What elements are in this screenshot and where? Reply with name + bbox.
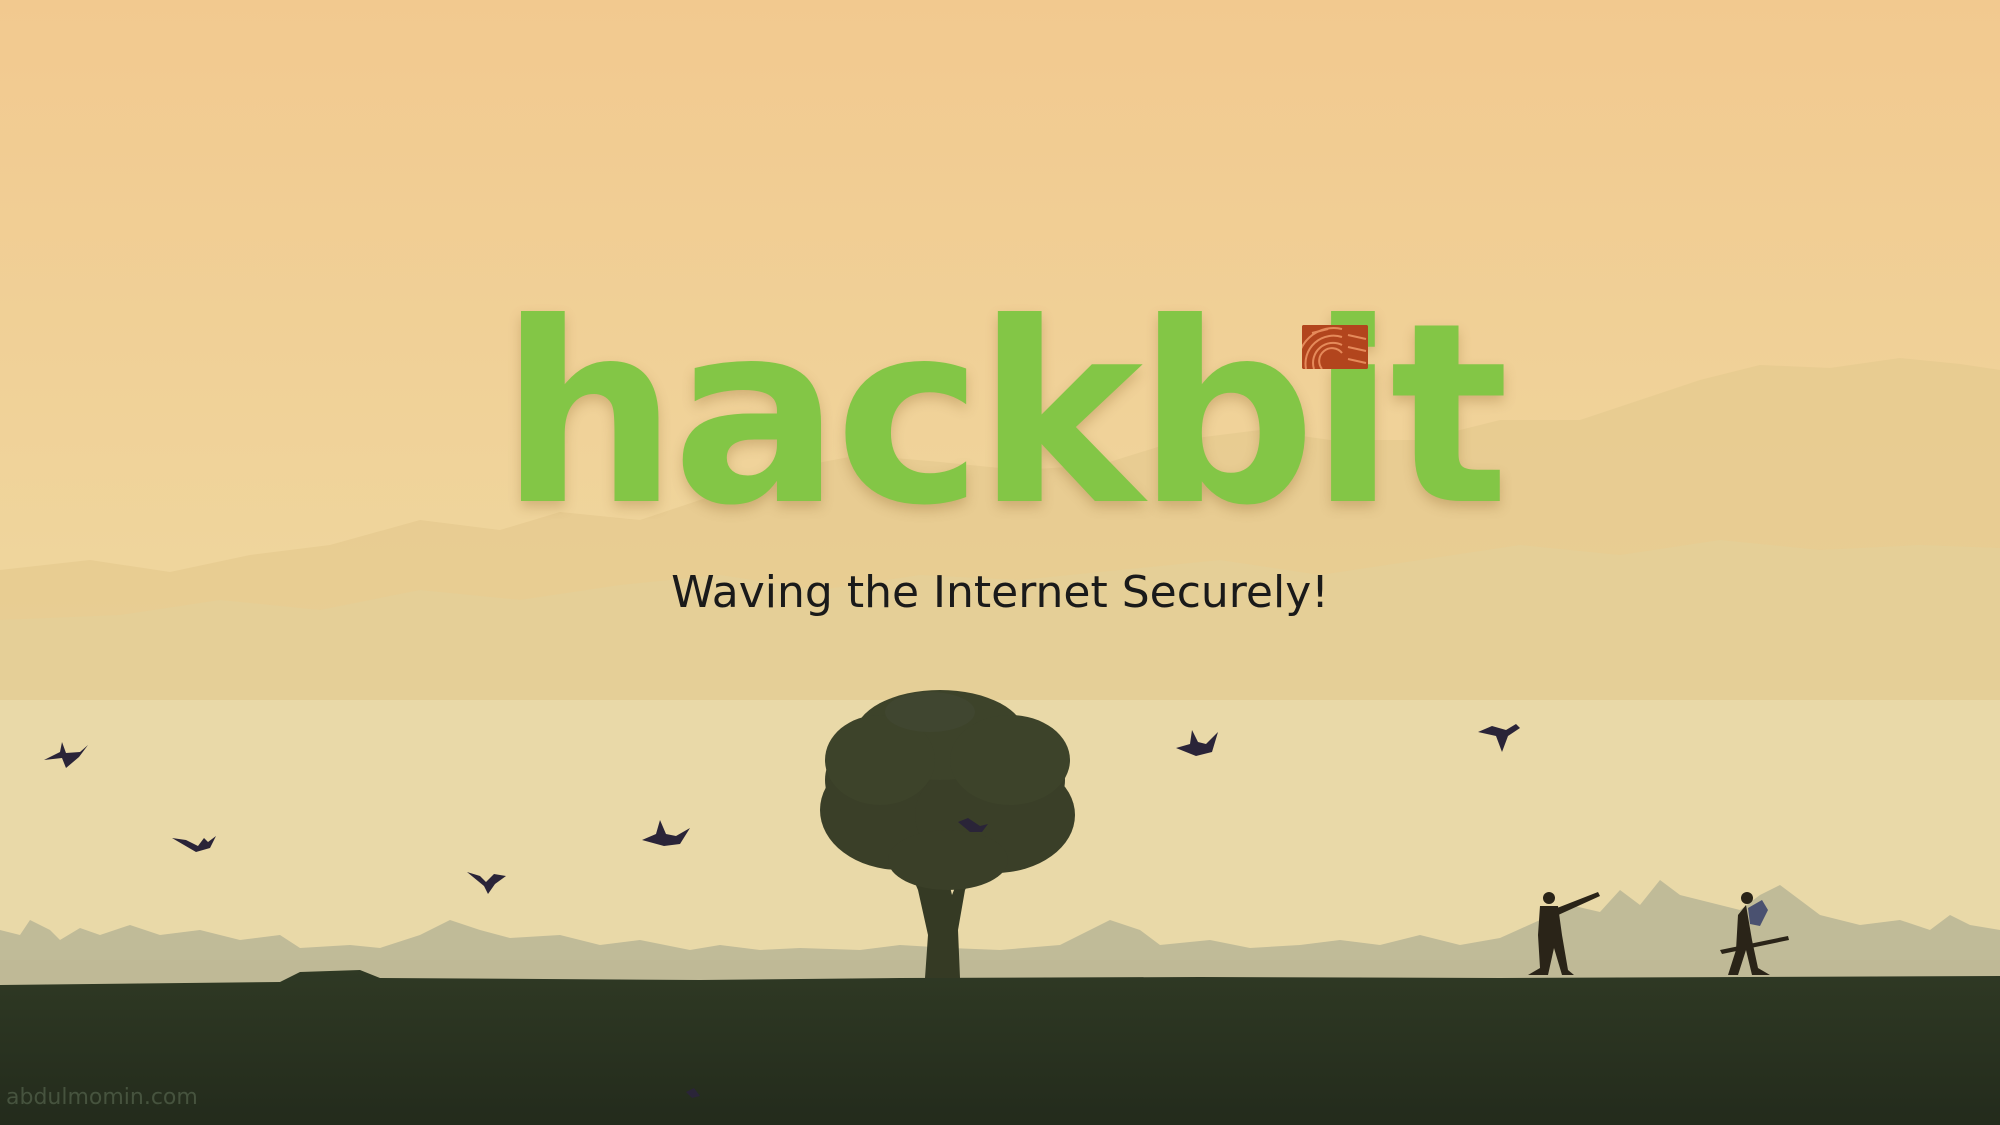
tagline: Waving the Internet Securely! <box>671 567 1329 618</box>
logo-badge-icon <box>1302 325 1368 369</box>
watermark: abdulmomin.com <box>6 1085 198 1110</box>
ground <box>0 970 2000 1125</box>
